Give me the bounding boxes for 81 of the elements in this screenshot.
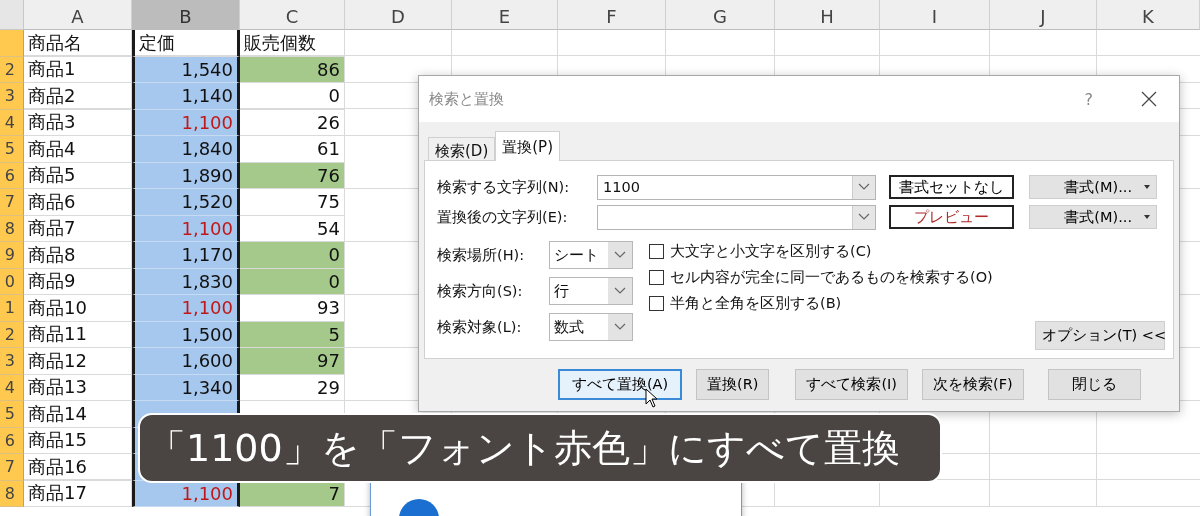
table-cell: 1,600 [132, 348, 240, 375]
column-header[interactable]: C [240, 0, 345, 30]
format-button[interactable]: 書式(M)... [1029, 205, 1157, 229]
dropdown[interactable]: 行 [549, 277, 633, 305]
row-header[interactable]: 8 [0, 480, 24, 507]
dialog-button[interactable]: すべて置換(A) [558, 369, 682, 400]
column-header[interactable]: J [990, 0, 1097, 30]
format-button[interactable]: 書式(M)... [1029, 175, 1157, 199]
table-cell: 1,100 [132, 215, 240, 242]
row-header[interactable]: 5 [0, 136, 24, 163]
dialog-button[interactable]: 置換(R) [696, 369, 770, 400]
row-header[interactable]: 2 [0, 321, 24, 348]
table-cell: 1,340 [132, 374, 240, 401]
checkbox-label[interactable]: セル内容が完全に同一であるものを検索する(O) [670, 268, 993, 287]
tab[interactable]: 検索(D) [428, 137, 496, 161]
table-cell: 61 [240, 136, 345, 163]
table-cell: 1,140 [132, 83, 240, 110]
row-header[interactable]: 6 [0, 162, 24, 189]
table-cell: 93 [240, 295, 345, 322]
column-header[interactable]: I [880, 0, 990, 30]
table-cell: 1,500 [132, 321, 240, 348]
table-cell: 1,100 [132, 109, 240, 136]
row-header[interactable]: 3 [0, 348, 24, 375]
table-cell: 97 [240, 348, 345, 375]
dropdown[interactable]: 数式 [549, 313, 633, 341]
column-header[interactable]: H [775, 0, 880, 30]
column-header[interactable]: F [558, 0, 666, 30]
row-header[interactable]: 4 [0, 109, 24, 136]
table-cell: 1,100 [132, 295, 240, 322]
table-cell: 販売個数 [240, 30, 345, 57]
combo-field[interactable]: 1100 [597, 174, 876, 200]
field-label: 検索する文字列(N): [437, 177, 571, 197]
table-cell: 1,890 [132, 162, 240, 189]
table-cell: 1,520 [132, 189, 240, 216]
table-cell: 0 [240, 242, 345, 269]
column-header[interactable]: G [666, 0, 775, 30]
row-header[interactable]: 3 [0, 83, 24, 110]
column-header[interactable]: A [24, 0, 132, 30]
table-cell: 76 [240, 162, 345, 189]
column-header[interactable]: K [1097, 0, 1200, 30]
column-header[interactable]: E [452, 0, 558, 30]
column-header[interactable]: D [345, 0, 452, 30]
table-cell: 1,170 [132, 242, 240, 269]
format-preview: プレビュー [889, 205, 1014, 229]
format-preview: 書式セットなし [889, 175, 1014, 199]
table-cell: 86 [240, 56, 345, 83]
table-cell: 商品名 [24, 30, 132, 57]
table-cell: 29 [240, 374, 345, 401]
table-cell: 1,840 [132, 136, 240, 163]
table-cell: 0 [240, 83, 345, 110]
row-header[interactable]: 7 [0, 454, 24, 481]
options-button[interactable]: オプション(T) << [1035, 321, 1165, 350]
row-header[interactable]: 1 [0, 295, 24, 322]
row-header[interactable]: 9 [0, 242, 24, 269]
row-header[interactable]: 7 [0, 189, 24, 216]
row-header[interactable]: 5 [0, 401, 24, 428]
table-cell: 26 [240, 109, 345, 136]
row-header[interactable]: 4 [0, 374, 24, 401]
row-header[interactable]: 0 [0, 268, 24, 295]
column-header[interactable]: B [132, 0, 240, 30]
dialog-button[interactable]: 閉じる [1047, 369, 1141, 400]
dialog-button[interactable]: 次を検索(F) [922, 369, 1024, 400]
table-cell: 75 [240, 189, 345, 216]
tab[interactable]: 置換(P) [495, 131, 560, 161]
field-label: 検索場所(H): [437, 245, 526, 265]
dialog-button[interactable]: すべて検索(I) [795, 369, 908, 400]
row-header[interactable]: 6 [0, 427, 24, 454]
row-header[interactable]: 8 [0, 215, 24, 242]
window-title: 検索と置換 [429, 89, 504, 109]
checkbox-label[interactable]: 大文字と小文字を区別する(C) [670, 242, 872, 261]
table-cell: 0 [240, 268, 345, 295]
table-cell: 1,830 [132, 268, 240, 295]
dropdown[interactable]: シート [549, 241, 633, 269]
field-label: 検索方向(S): [437, 281, 524, 301]
help-button[interactable]: ? [1084, 89, 1093, 109]
table-cell: 1,540 [132, 56, 240, 83]
checkbox-label[interactable]: 半角と全角を区別する(B) [670, 294, 842, 313]
row-header[interactable]: 2 [0, 56, 24, 83]
field-label: 検索対象(L): [437, 317, 523, 337]
table-cell: 5 [240, 321, 345, 348]
field-label: 置換後の文字列(E): [437, 207, 569, 227]
